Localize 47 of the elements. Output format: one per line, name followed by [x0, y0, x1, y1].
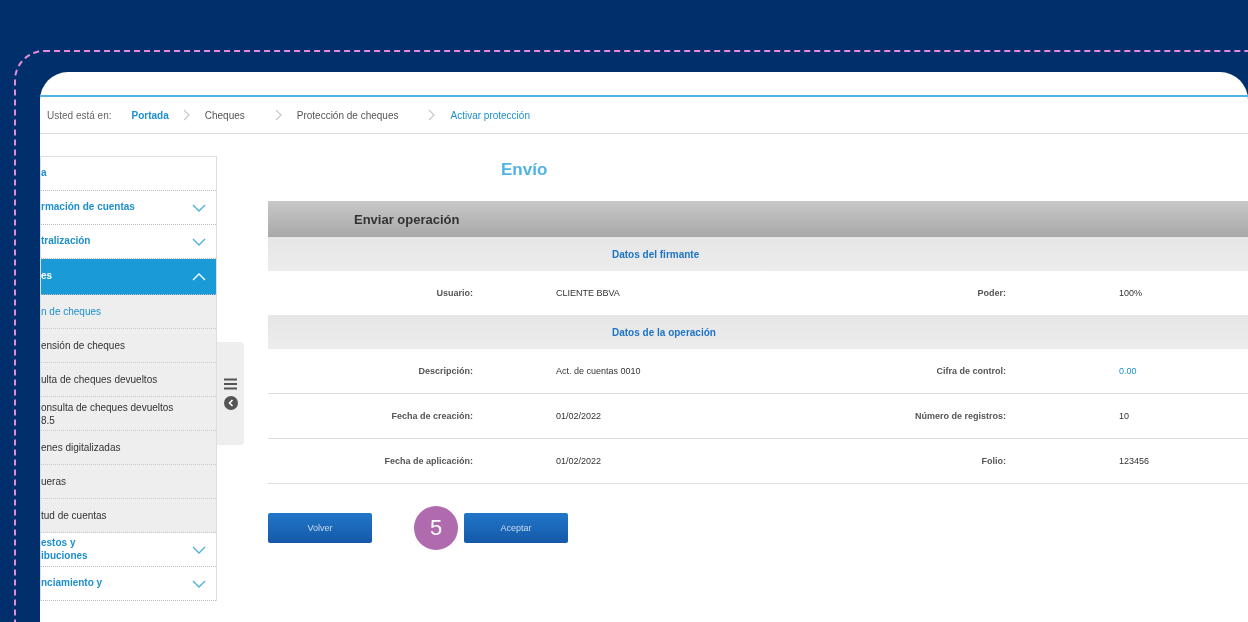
field-value: Act. de cuentas 0010: [556, 366, 642, 376]
field-value: 01/02/2022: [556, 456, 603, 466]
chevron-right-icon: [428, 109, 437, 121]
field-label: Folio:: [980, 456, 1006, 466]
panel-title: Enviar operación: [354, 211, 460, 227]
field-label: Fecha de aplicación:: [383, 456, 473, 466]
chevron-right-icon: [274, 109, 283, 121]
chevron-down-icon: [192, 237, 206, 246]
submenu-item[interactable]: tud de cuentas: [41, 499, 216, 533]
step-badge: 5: [414, 506, 458, 550]
field-value: 0.00: [1119, 366, 1138, 376]
submenu-item[interactable]: n de cheques: [41, 295, 216, 329]
page-title: Envío: [501, 160, 549, 180]
submenu-item[interactable]: onsulta de cheques devueltos 8.5: [41, 397, 216, 431]
breadcrumb-item: Protección de cheques: [296, 109, 399, 121]
menu-icon: [224, 377, 237, 390]
breadcrumb-item: Activar protección: [450, 109, 530, 121]
field-label: Usuario:: [435, 288, 473, 298]
field-value: 100%: [1119, 288, 1144, 298]
accept-button[interactable]: Aceptar: [464, 513, 568, 543]
chevron-down-icon: [192, 579, 206, 588]
breadcrumb-item[interactable]: Portada: [131, 109, 169, 121]
breadcrumb-item: Cheques: [204, 109, 245, 121]
sidebar-item[interactable]: es: [41, 259, 216, 295]
field-value: 123456: [1119, 456, 1151, 466]
back-button[interactable]: Volver: [268, 513, 372, 543]
collapse-icon: [223, 395, 238, 410]
breadcrumb-label: Usted está en:: [47, 109, 112, 121]
submenu-item[interactable]: ulta de cheques devueltos: [41, 363, 216, 397]
chevron-right-icon: [182, 109, 191, 121]
field-label: Descripción:: [417, 366, 473, 376]
sidebar-toggle[interactable]: [217, 342, 244, 445]
field-label: Fecha de creación:: [390, 411, 473, 421]
chevron-down-icon: [192, 545, 206, 554]
chevron-up-icon: [192, 272, 206, 281]
submenu-item[interactable]: enes digitalizadas: [41, 431, 216, 465]
section-title: Datos de la operación: [612, 326, 716, 338]
submenu-item[interactable]: ensión de cheques: [41, 329, 216, 363]
field-value: 10: [1119, 411, 1130, 421]
field-label: Número de registros:: [913, 411, 1006, 421]
section-title: Datos del firmante: [612, 248, 700, 260]
field-value: CLIENTE BBVA: [556, 288, 621, 298]
field-label: Poder:: [976, 288, 1006, 298]
submenu-item[interactable]: ueras: [41, 465, 216, 499]
field-value: 01/02/2022: [556, 411, 603, 421]
field-label: Cifra de control:: [935, 366, 1006, 376]
chevron-down-icon: [192, 203, 206, 212]
